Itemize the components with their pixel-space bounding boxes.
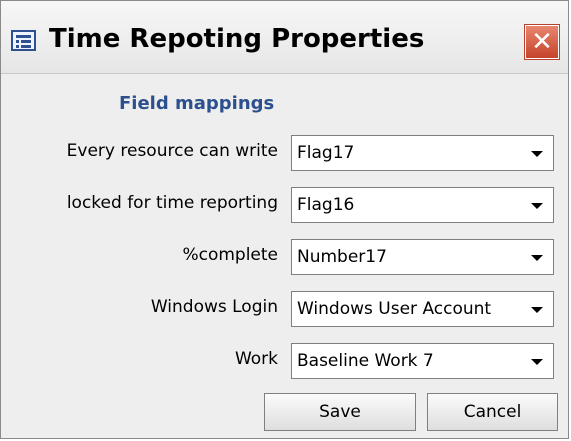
field-mappings-heading: Field mappings [119, 93, 275, 114]
icon-dot [16, 40, 19, 43]
window-title: Time Repoting Properties [49, 24, 425, 54]
select-every-resource[interactable]: Flag17 [291, 135, 554, 171]
row-label-work: Work [234, 349, 278, 369]
select-locked[interactable]: Flag16 [291, 187, 554, 223]
row-label-percent-complete: %complete [182, 245, 278, 265]
select-value: Number17 [297, 247, 387, 267]
icon-bar [21, 40, 31, 43]
select-value: Windows User Account [297, 299, 492, 319]
chevron-down-icon [531, 359, 543, 365]
row-label-locked: locked for time reporting [66, 193, 278, 213]
select-percent-complete[interactable]: Number17 [291, 239, 554, 275]
select-windows-login[interactable]: Windows User Account [291, 291, 554, 327]
chevron-down-icon [531, 255, 543, 261]
icon-dot [16, 45, 19, 48]
row-label-windows-login: Windows Login [150, 297, 278, 317]
properties-dialog: Time Repoting Properties ✕ Field mapping… [0, 0, 569, 439]
close-button[interactable]: ✕ [524, 24, 560, 60]
chevron-down-icon [531, 307, 543, 313]
select-work[interactable]: Baseline Work 7 [291, 343, 554, 379]
icon-bar [21, 45, 31, 48]
close-icon: ✕ [531, 27, 553, 57]
icon-bar [16, 35, 31, 38]
window-app-icon [11, 30, 36, 51]
select-value: Flag16 [297, 195, 355, 215]
title-bar[interactable]: Time Repoting Properties ✕ [1, 1, 568, 74]
chevron-down-icon [531, 203, 543, 209]
chevron-down-icon [531, 151, 543, 157]
row-label-every-resource: Every resource can write [66, 141, 278, 161]
select-value: Flag17 [297, 143, 355, 163]
select-value: Baseline Work 7 [297, 351, 434, 371]
cancel-button[interactable]: Cancel [427, 393, 558, 431]
save-button[interactable]: Save [264, 393, 416, 431]
